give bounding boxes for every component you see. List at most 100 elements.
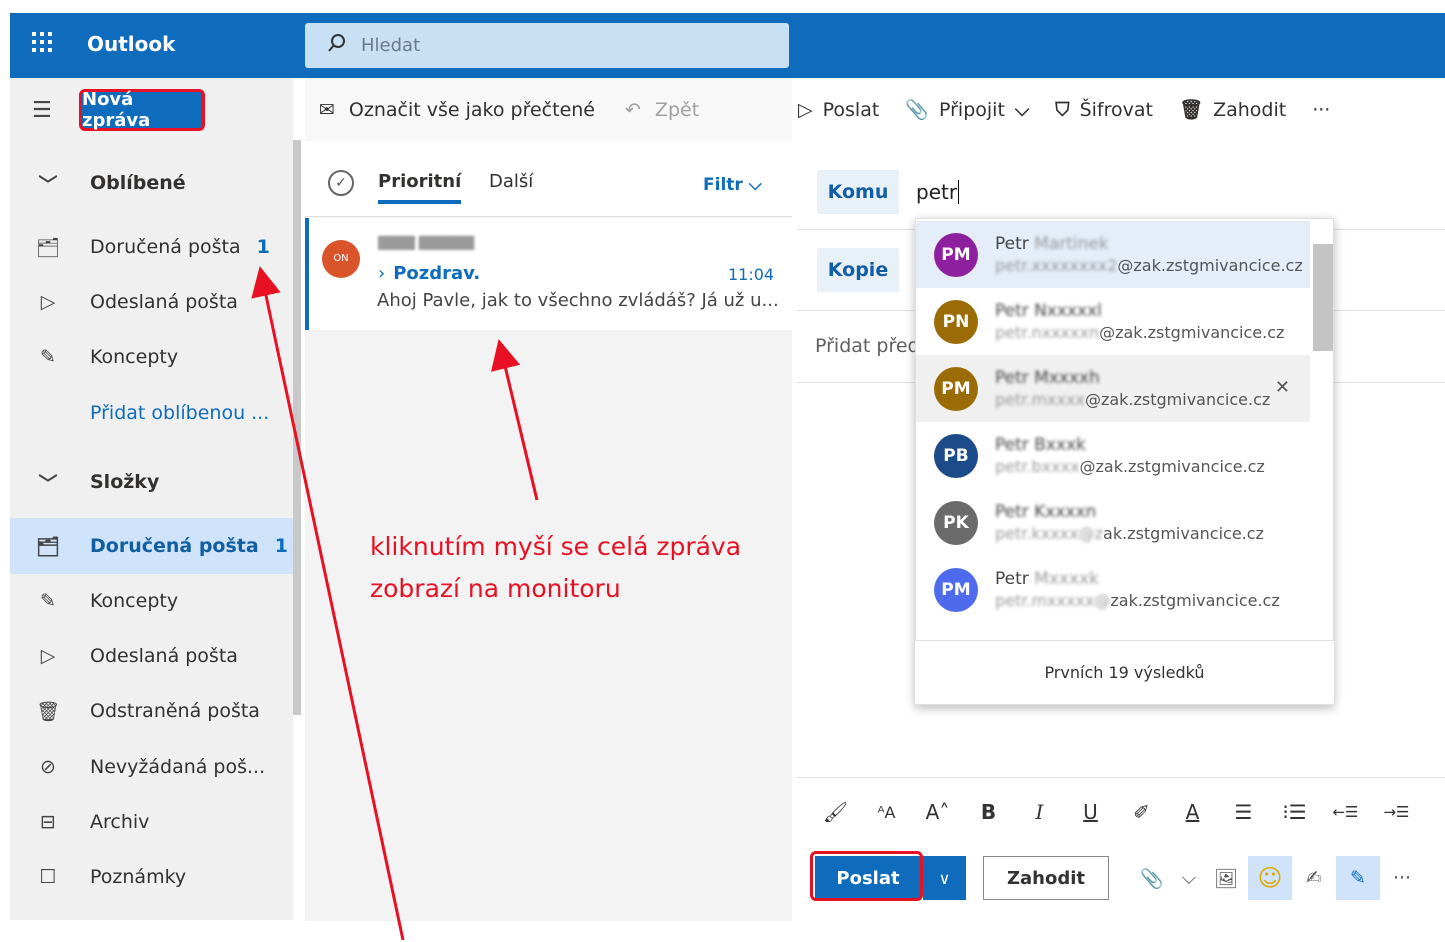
shield-icon: ⛉ — [1055, 98, 1070, 121]
favorite-inbox[interactable]: 🗂 Doručená pošta 1 — [10, 222, 293, 272]
paperclip-icon[interactable]: 📎 — [1130, 856, 1174, 900]
message-time: 11:04 — [728, 265, 775, 284]
app-launcher-icon[interactable] — [30, 30, 56, 60]
discard-button[interactable]: Zahodit — [983, 856, 1109, 900]
decrease-indent-icon[interactable]: ←☰ — [1320, 803, 1371, 821]
encrypt-label: Šifrovat — [1079, 98, 1153, 121]
suggestion-item[interactable]: PM Petr Mxxxxk petr.mxxxxx@zak.zstgmivanci… — [916, 556, 1310, 623]
to-button[interactable]: Komu — [817, 170, 899, 214]
avatar: PM — [934, 567, 978, 612]
underline-icon[interactable]: U — [1065, 800, 1116, 824]
envelope-icon: ✉ — [319, 98, 335, 121]
text-cursor — [958, 180, 960, 204]
more-options-button[interactable]: ··· — [1312, 99, 1330, 121]
undo-button[interactable]: Zpět — [655, 99, 699, 121]
bullet-list-icon[interactable]: ☰ — [1218, 800, 1269, 824]
inbox-icon: 🗂 — [35, 535, 61, 558]
suggestion-item[interactable]: PM Petr Mxxxxh petr.mxxxx@zak.zstgmivancic… — [916, 355, 1310, 422]
nav-scrollbar[interactable] — [293, 140, 301, 715]
italic-icon[interactable]: I — [1014, 800, 1065, 824]
favorite-drafts[interactable]: ✎ Koncepty — [10, 332, 293, 382]
more-icon[interactable]: ··· — [1380, 856, 1424, 900]
unread-count: 1 — [274, 535, 288, 557]
send-toolbar-button[interactable]: ▷ Poslat — [798, 99, 879, 121]
font-size-icon[interactable]: ᴬA — [861, 803, 912, 822]
folder-junk[interactable]: ⊘ Nevyžádaná poš... — [10, 742, 293, 792]
trash-icon: 🗑 — [35, 700, 61, 723]
search-box[interactable]: Hledat — [305, 23, 789, 68]
new-message-button[interactable]: Nová zpráva — [79, 89, 205, 131]
send-button-highlight — [810, 851, 923, 901]
compose-bottom-icons: 📎 ⌵ 🖼 ☺ ✍ ✎ ··· — [1130, 856, 1424, 900]
unread-count: 1 — [256, 236, 270, 258]
suggestion-item[interactable]: PB Petr Bxxxk petr.bxxxx@zak.zstgmivancice… — [916, 422, 1310, 489]
message-subject-text: Pozdrav. — [393, 263, 481, 284]
suggestion-item[interactable]: PN Petr Nxxxxxl petr.nxxxxxn@zak.zstgmivan… — [916, 288, 1310, 355]
outlook-app: Outlook Hledat ☰ Nová zpráva ﹀ Oblíbené 🗂… — [0, 0, 1445, 942]
to-input-value: petr — [916, 180, 958, 204]
suggestion-item[interactable]: PK Petr Kxxxxn petr.kxxxx@zak.zstgmivancic… — [916, 489, 1310, 556]
image-icon[interactable]: 🖼 — [1204, 856, 1248, 900]
tab-other[interactable]: Další — [489, 171, 533, 192]
select-all-checkbox-icon[interactable]: ✓ — [328, 170, 354, 196]
cc-button[interactable]: Kopie — [817, 248, 899, 292]
folder-notes[interactable]: ☐ Poznámky — [10, 852, 293, 902]
editor-icon[interactable]: ✎ — [1336, 856, 1380, 900]
send-options-chevron-icon[interactable]: ∨ — [923, 856, 966, 900]
search-placeholder: Hledat — [361, 35, 421, 56]
format-painter-icon[interactable]: 🖌 — [810, 800, 861, 824]
remove-suggestion-icon[interactable]: ✕ — [1275, 377, 1290, 398]
undo-icon: ↶ — [625, 98, 641, 121]
grow-font-icon[interactable]: A˄ — [912, 800, 963, 824]
folder-drafts[interactable]: ✎ Koncepty — [10, 576, 293, 626]
highlight-icon[interactable]: ✐ — [1116, 800, 1167, 824]
folder-inbox[interactable]: 🗂 Doručená pošta 1 — [10, 518, 293, 574]
annotation-line-2: zobrazí na monitoru — [370, 574, 621, 603]
chevron-down-icon[interactable]: ⌵ — [1174, 856, 1204, 900]
increase-indent-icon[interactable]: →☰ — [1371, 803, 1422, 821]
folder-archive[interactable]: ⊟ Archiv — [10, 797, 293, 847]
send-icon: ▷ — [798, 98, 813, 121]
suggestions-scrollbar[interactable] — [1313, 244, 1333, 351]
add-favorite-link[interactable]: Přidat oblíbenou ... — [10, 388, 293, 438]
signature-icon[interactable]: ✍ — [1292, 856, 1336, 900]
annotation-line-1: kliknutím myší se celá zpráva — [370, 532, 742, 561]
bold-icon[interactable]: B — [963, 800, 1014, 824]
tab-focused[interactable]: Prioritní — [378, 171, 462, 204]
sender-avatar: ON — [322, 240, 360, 278]
mark-all-read-button[interactable]: Označit vše jako přečtené — [349, 99, 595, 121]
avatar: PM — [934, 366, 978, 411]
encrypt-button[interactable]: ⛉ Šifrovat — [1055, 99, 1153, 121]
filter-button[interactable]: Filtr ⌵ — [703, 175, 762, 195]
formatting-toolbar: 🖌 ᴬA A˄ B I U ✐ A ☰ ⁝☰ ←☰ →☰ — [810, 790, 1445, 834]
favorites-header[interactable]: ﹀ Oblíbené — [10, 158, 293, 208]
suggestion-name: Petr Bxxxk — [995, 434, 1086, 455]
folder-drafts-label: Koncepty — [90, 590, 179, 612]
app-title[interactable]: Outlook — [87, 32, 175, 56]
avatar: PB — [934, 433, 978, 478]
folders-header-label: Složky — [90, 471, 160, 493]
attach-label: Připojit — [938, 98, 1005, 121]
folder-deleted[interactable]: 🗑 Odstraněná pošta — [10, 686, 293, 736]
numbered-list-icon[interactable]: ⁝☰ — [1269, 800, 1320, 824]
subject-input[interactable]: Přidat předr — [815, 335, 927, 357]
hamburger-menu-icon[interactable]: ☰ — [32, 98, 52, 123]
emoji-icon[interactable]: ☺ — [1248, 856, 1292, 900]
avatar: PM — [934, 232, 978, 277]
search-icon — [327, 33, 347, 58]
suggestion-email: petr.kxxxx@zak.zstgmivancice.cz — [995, 523, 1264, 543]
suggestion-name: Petr Mxxxxh — [995, 367, 1100, 388]
discard-toolbar-button[interactable]: 🗑 Zahodit — [1179, 98, 1286, 122]
suggestion-email: petr.nxxxxxn@zak.zstgmivancice.cz — [995, 322, 1285, 342]
folders-header[interactable]: ﹀ Složky — [10, 457, 293, 507]
favorite-sent[interactable]: ▷ Odeslaná pošta — [10, 277, 293, 327]
folder-sent[interactable]: ▷ Odeslaná pošta — [10, 631, 293, 681]
font-color-icon[interactable]: A — [1167, 800, 1218, 824]
suggestion-item[interactable]: PM Petr Martinek petr.xxxxxxxx2@zak.zstgmi… — [916, 221, 1310, 288]
suggestion-name: Petr Martinek — [995, 233, 1109, 254]
recipient-suggestions: PM Petr Martinek petr.xxxxxxxx2@zak.zstgmi… — [915, 218, 1334, 705]
to-input[interactable]: petr — [916, 180, 960, 204]
attach-button[interactable]: 📎 Připojit ⌵ — [905, 98, 1029, 122]
chevron-right-icon: › — [378, 263, 386, 284]
send-icon: ▷ — [40, 291, 56, 313]
